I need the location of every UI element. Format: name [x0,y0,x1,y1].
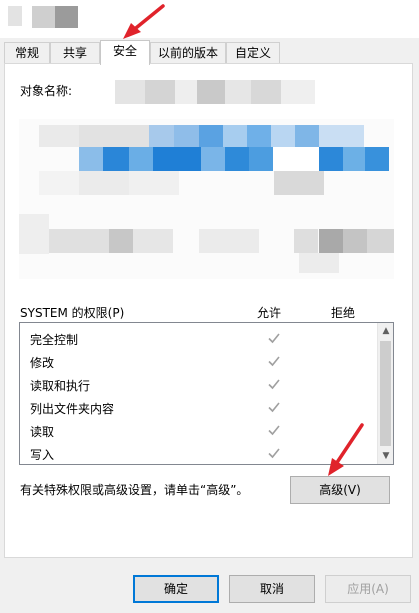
security-panel: 对象名称: SYSTEM 的权限(P) 允许 拒绝 完全控制 修改 读取和执行 … [4,63,413,558]
permissions-scrollbar[interactable]: ▲ ▼ [377,323,393,464]
allow-check-icon [268,356,280,367]
window-title-blurred [32,6,78,28]
permission-row: 完全控制 [20,327,375,350]
permission-name: 读取和执行 [30,379,91,393]
scrollbar-thumb[interactable] [380,341,391,446]
allow-column-header: 允许 [257,306,282,320]
permission-name: 完全控制 [30,333,79,347]
apply-button[interactable]: 应用(A) [325,575,411,603]
tab-general[interactable]: 常规 [4,42,50,64]
permission-name: 读取 [30,425,55,439]
folder-icon [8,6,22,26]
deny-column-header: 拒绝 [331,306,356,320]
tab-customize[interactable]: 自定义 [226,42,280,64]
group-user-list-blurred [19,119,394,279]
tab-previous-versions[interactable]: 以前的版本 [150,42,226,64]
allow-check-icon [268,425,280,436]
scroll-down-icon[interactable]: ▼ [378,448,393,464]
object-name-blurred [115,80,315,104]
object-name-label: 对象名称: [20,84,73,98]
permission-row: 列出文件夹内容 [20,396,375,419]
red-arrow-icon [123,4,165,39]
ok-button[interactable]: 确定 [133,575,219,603]
tab-sharing[interactable]: 共享 [50,42,100,64]
permission-row: 修改 [20,350,375,373]
allow-check-icon [268,402,280,413]
permission-row: 读取和执行 [20,373,375,396]
advanced-note: 有关特殊权限或高级设置，请单击“高级”。 [20,483,249,497]
title-bar [0,0,419,38]
allow-check-icon [268,333,280,344]
red-arrow-icon [328,423,364,476]
allow-check-icon [268,379,280,390]
permission-name: 写入 [30,448,55,462]
advanced-button[interactable]: 高级(V) [290,476,390,504]
permissions-header: SYSTEM 的权限(P) [20,306,125,320]
scroll-up-icon[interactable]: ▲ [378,323,393,339]
tab-security[interactable]: 安全 [100,40,150,65]
cancel-button[interactable]: 取消 [229,575,315,603]
tab-strip: 常规 共享 安全 以前的版本 自定义 [4,40,414,65]
permission-name: 修改 [30,356,55,370]
permission-name: 列出文件夹内容 [30,402,115,416]
allow-check-icon [268,448,280,459]
